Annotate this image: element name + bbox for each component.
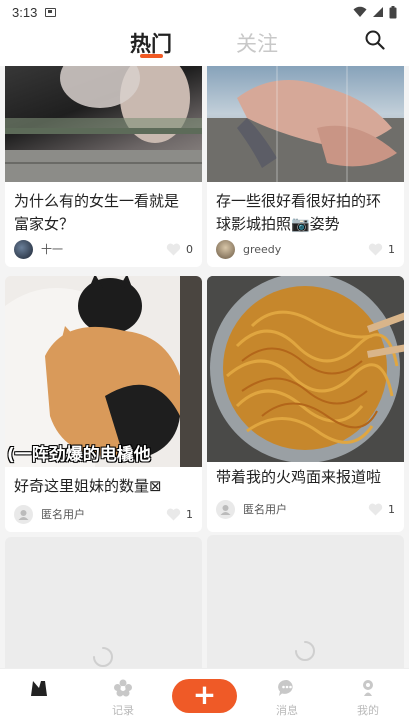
post-card[interactable]: (一阵劲爆的电橇他 好奇这里姐妹的数量⊠ 匿名用户 1 <box>5 276 202 532</box>
anonymous-avatar-icon <box>220 504 231 515</box>
heart-icon[interactable] <box>166 243 181 256</box>
cats-photo <box>5 276 202 467</box>
like-button[interactable]: 0 <box>166 243 193 256</box>
top-nav: 热门 关注 <box>0 24 409 66</box>
loading-card <box>207 535 404 668</box>
tab-profile[interactable]: 我的 <box>338 679 398 718</box>
image-caption: (一阵劲爆的电橇他 <box>7 445 151 465</box>
status-time: 3:13 <box>12 4 38 20</box>
post-image[interactable]: (一阵劲爆的电橇他 <box>5 276 202 467</box>
like-count: 0 <box>186 242 193 256</box>
heart-icon[interactable] <box>368 503 383 516</box>
post-meta: 匿名用户 1 <box>14 504 193 524</box>
tab-follow[interactable]: 关注 <box>236 28 278 58</box>
profile-icon[interactable] <box>358 679 378 697</box>
post-title[interactable]: 好奇这里姐妹的数量⊠ <box>5 467 202 498</box>
post-image[interactable] <box>207 276 404 462</box>
active-tab-indicator <box>140 54 163 58</box>
post-meta: 十一 0 <box>14 239 193 259</box>
anonymous-avatar-icon <box>18 509 29 520</box>
post-title[interactable]: 为什么有的女生一看就是富家女？ <box>5 182 202 236</box>
loading-spinner-icon <box>93 647 113 667</box>
post-meta: 匿名用户 1 <box>216 499 395 519</box>
avatar[interactable] <box>216 239 235 259</box>
tab-messages[interactable]: 消息 <box>257 679 317 718</box>
post-username[interactable]: 匿名用户 <box>243 501 287 517</box>
flower-icon[interactable] <box>113 679 133 697</box>
post-image[interactable] <box>207 66 404 182</box>
tab-home[interactable] <box>10 679 70 700</box>
post-image[interactable] <box>5 66 202 182</box>
post-title[interactable]: 存一些很好看很好拍的环球影城拍照📷姿势 <box>207 182 404 236</box>
tab-record[interactable]: 记录 <box>93 679 153 718</box>
heart-icon[interactable] <box>166 508 181 521</box>
battery-icon <box>389 5 397 18</box>
feed[interactable]: 为什么有的女生一看就是富家女？ 十一 0 存一些很好看很好拍的环球影城拍照📷姿势 <box>0 66 409 668</box>
post-card[interactable]: 为什么有的女生一看就是富家女？ 十一 0 <box>5 66 202 267</box>
avatar[interactable] <box>14 239 33 259</box>
like-button[interactable]: 1 <box>368 503 395 516</box>
like-count: 1 <box>388 502 395 516</box>
like-button[interactable]: 1 <box>368 243 395 256</box>
avatar[interactable] <box>14 504 33 524</box>
hands-photo <box>207 66 404 182</box>
notification-icon <box>45 7 57 17</box>
post-card[interactable]: 存一些很好看很好拍的环球影城拍照📷姿势 greedy 1 <box>207 66 404 267</box>
tab-profile-label: 我的 <box>357 704 379 717</box>
avatar[interactable] <box>216 499 235 519</box>
like-button[interactable]: 1 <box>166 508 193 521</box>
girl-photo <box>5 66 202 182</box>
post-username[interactable]: greedy <box>243 243 281 256</box>
post-username[interactable]: 十一 <box>41 241 63 257</box>
post-meta: greedy 1 <box>216 239 395 259</box>
tab-messages-label: 消息 <box>276 704 298 717</box>
like-count: 1 <box>186 507 193 521</box>
signal-icon <box>373 7 383 17</box>
add-post-button[interactable]: + <box>172 679 237 713</box>
like-count: 1 <box>388 242 395 256</box>
status-bar: 3:13 <box>0 0 409 24</box>
home-icon[interactable] <box>30 679 50 697</box>
post-card[interactable]: 带着我的火鸡面来报道啦 匿名用户 1 <box>207 276 404 532</box>
loading-spinner-icon <box>295 641 315 661</box>
status-icons <box>353 5 397 19</box>
noodles-photo <box>207 276 404 462</box>
wifi-icon <box>353 6 367 17</box>
search-icon[interactable] <box>363 28 387 52</box>
heart-icon[interactable] <box>368 243 383 256</box>
loading-card <box>5 537 202 668</box>
post-title[interactable]: 带着我的火鸡面来报道啦 <box>207 462 404 489</box>
chat-icon[interactable] <box>277 679 297 697</box>
bottom-tab-bar: 记录 + 消息 我的 <box>0 668 409 727</box>
tab-record-label: 记录 <box>112 704 134 717</box>
post-username[interactable]: 匿名用户 <box>41 506 85 522</box>
